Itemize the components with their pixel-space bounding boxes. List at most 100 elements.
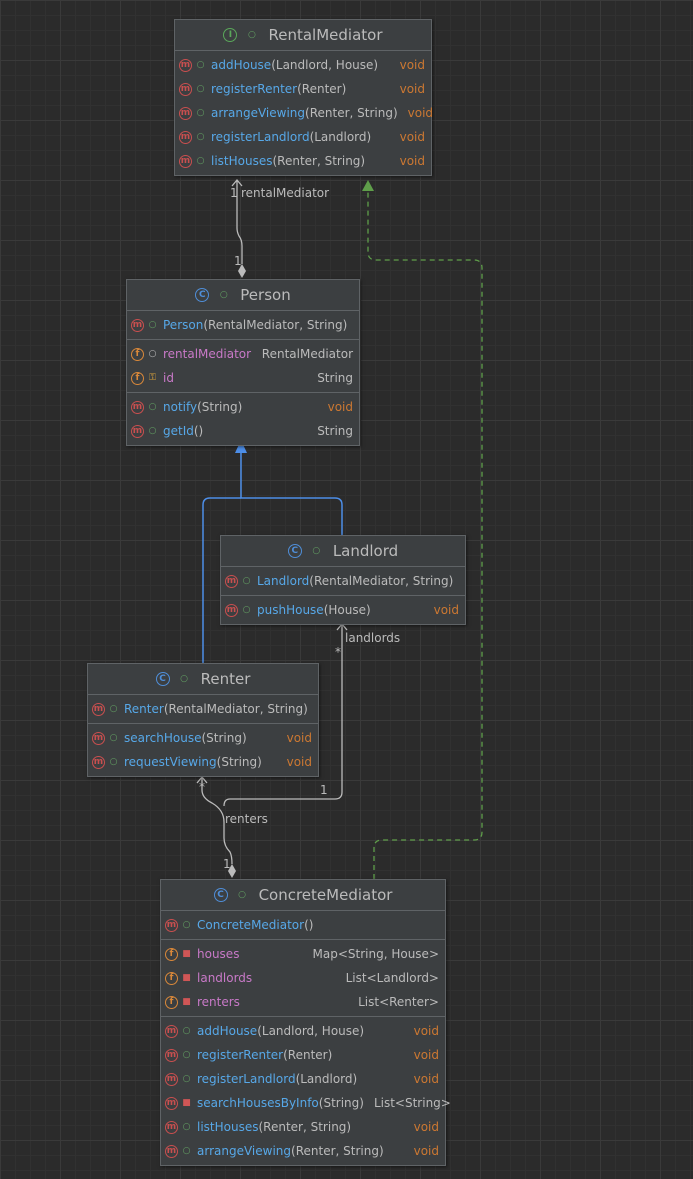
public-visibility-icon: ○ [182,1073,191,1084]
field-name: houses [197,947,240,961]
field-row[interactable]: f ■ renters List<Renter> [161,990,445,1014]
field-icon: f [165,947,178,961]
constructor-row[interactable]: m ○ ConcreteMediator() [161,913,445,937]
method-row[interactable]: m ○ pushHouse (House) void [221,598,465,622]
class-name: Landlord [332,542,399,560]
renter-class[interactable]: C ○ Renter m ○ Renter (RentalMediator, Stri… [87,663,319,777]
method-row[interactable]: m ○ registerRenter (Renter) void [175,77,431,101]
return-type: void [399,130,425,144]
constructor-row[interactable]: m ○ Person (RentalMediator, String) [127,313,359,337]
field-icon: f [165,995,178,1009]
class-name: RentalMediator [268,26,383,44]
return-type: void [286,755,312,769]
public-visibility-icon: ○ [182,1049,191,1060]
methods-section: m ○ addHouse (Landlord, House) void m ○ regist… [175,51,434,175]
constructor-name: Person [163,318,204,332]
method-row[interactable]: m ○ listHouses (Renter, String) void [161,1115,445,1139]
method-icon: m [131,424,144,438]
fields-section: f ○ rentalMediator RentalMediator f ⚿ id Strin… [127,340,359,393]
interface-icon: I [223,28,238,42]
field-name: renters [197,995,240,1009]
landlords-multiplicity-label: * [335,645,341,659]
public-visibility-icon: ○ [148,401,157,412]
class-name: Person [240,286,291,304]
method-row[interactable]: m ○ searchHouse (String) void [88,726,318,750]
method-row[interactable]: m ○ addHouse (Landlord, House) void [175,53,431,77]
method-name: arrangeViewing [211,106,306,120]
method-row[interactable]: m ○ registerLandlord (Landlord) void [175,125,431,149]
constructors-section: m ○ ConcreteMediator() [161,911,445,940]
field-name: rentalMediator [163,347,252,361]
public-visibility-icon: ○ [242,604,251,615]
constructor-params: (RentalMediator, String) [309,574,454,588]
method-icon: m [225,603,238,617]
method-icon: m [225,574,238,588]
method-params: (Landlord) [309,130,372,144]
realization-arrowhead [362,180,374,191]
private-lock-icon: ■ [182,1097,191,1108]
method-params: (String) [318,1096,364,1110]
constructor-params: (RentalMediator, String) [203,318,348,332]
abstract-method-icon: m [179,58,192,72]
return-type: void [407,106,434,120]
field-row[interactable]: f ■ landlords List<Landlord> [161,966,445,990]
method-row[interactable]: m ○ getId() String [127,419,359,443]
method-name: requestViewing [124,755,217,769]
constructor-params: () [304,918,314,932]
class-header: C ○ Person [127,280,359,311]
method-row[interactable]: m ■ searchHousesByInfo (String) List<String> [161,1091,451,1115]
return-type: void [399,58,425,72]
return-type: List<String> [373,1096,451,1110]
class-header: C ○ ConcreteMediator [161,880,445,911]
abstract-method-icon: m [179,82,192,96]
landlord-class[interactable]: C ○ Landlord m ○ Landlord (RentalMediator, … [220,535,466,625]
constructor-name: Landlord [257,574,310,588]
method-name: registerRenter [197,1048,284,1062]
field-icon: f [131,347,144,361]
method-row[interactable]: m ○ requestViewing (String) void [88,750,318,774]
field-row[interactable]: f ■ houses Map<String, House> [161,942,445,966]
method-row[interactable]: m ○ arrangeViewing (Renter, String) void [161,1139,445,1163]
field-row[interactable]: f ○ rentalMediator RentalMediator [127,342,359,366]
method-icon: m [165,1120,178,1134]
class-header: C ○ Renter [88,664,318,695]
method-row[interactable]: m ○ registerLandlord (Landlord) void [161,1067,445,1091]
method-name: arrangeViewing [197,1144,292,1158]
method-row[interactable]: m ○ arrangeViewing (Renter, String) void [175,101,434,125]
constructor-row[interactable]: m ○ Landlord (RentalMediator, String) [221,569,465,593]
person-class[interactable]: C ○ Person m ○ Person (RentalMediator, Stri… [126,279,360,446]
method-icon: m [165,1072,178,1086]
abstract-method-icon: m [179,154,192,168]
constructors-section: m ○ Renter (RentalMediator, String) [88,695,318,724]
constructors-section: m ○ Landlord (RentalMediator, String) [221,567,465,596]
public-visibility-icon: ○ [148,425,157,436]
field-type: String [317,371,353,385]
class-header: I ○ RentalMediator [175,20,431,51]
abstract-method-icon: m [179,106,192,120]
rental-mediator-role-label: rentalMediator [241,186,330,200]
public-visibility-icon: ○ [242,575,251,586]
field-row[interactable]: f ⚿ id String [127,366,359,390]
field-icon: f [131,371,144,385]
public-visibility-icon: ○ [182,1145,191,1156]
method-row[interactable]: m ○ notify (String) void [127,395,359,419]
method-row[interactable]: m ○ addHouse (Landlord, House) void [161,1019,445,1043]
landlord-extends-person-edge [240,452,343,536]
concrete-mediator-class[interactable]: C ○ ConcreteMediator m ○ ConcreteMediator(… [160,879,451,1166]
constructor-row[interactable]: m ○ Renter (RentalMediator, String) [88,697,318,721]
class-icon: C [287,544,302,558]
method-params: (String) [197,400,243,414]
methods-section: m ○ searchHouse (String) void m ○ requestViewi… [88,724,318,776]
constructor-name: Renter [124,702,164,716]
class-name: Renter [200,670,251,688]
rental-mediator-interface[interactable]: I ○ RentalMediator m ○ addHouse (Landlord, … [174,19,434,176]
field-name: id [163,371,174,385]
methods-section: m ○ addHouse (Landlord, House) void m ○ regist… [161,1017,451,1165]
public-visibility-icon: ○ [109,732,118,743]
method-row[interactable]: m ○ listHouses (Renter, String) void [175,149,431,173]
method-icon: m [165,1096,178,1110]
constructor-params: (RentalMediator, String) [163,702,308,716]
method-name: notify [163,400,198,414]
method-row[interactable]: m ○ registerRenter (Renter) void [161,1043,445,1067]
method-params: (Renter, String) [258,1120,352,1134]
